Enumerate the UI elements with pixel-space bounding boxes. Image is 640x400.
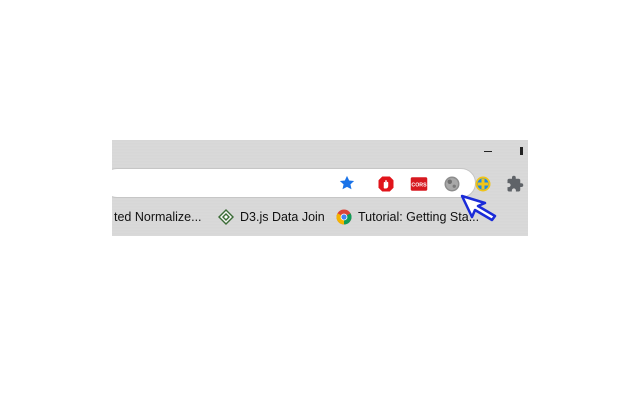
cors-icon[interactable]: CORS [410,175,428,193]
title-bar [112,140,528,164]
d3-icon [218,209,234,225]
puzzle-icon[interactable] [506,175,524,193]
bookmark-item[interactable]: D3.js Data Join [218,208,325,226]
bookmark-item[interactable]: ted Normalize... [114,208,202,226]
moon-icon[interactable] [443,175,461,193]
screenshot-stage: CORS ted Normalize... D3.js Data Join Tu… [0,0,640,400]
maximize-button[interactable] [518,144,528,158]
chrome-icon [336,209,352,225]
cors-icon-label: CORS [411,183,427,189]
adblock-icon[interactable] [377,175,395,193]
plus-extension-icon[interactable] [474,175,492,193]
bookmark-label: D3.js Data Join [240,210,325,224]
cursor-arrow-icon [460,194,497,222]
bookmark-label: ted Normalize... [114,210,202,224]
star-icon[interactable] [338,174,356,192]
minimize-button[interactable] [480,144,496,158]
